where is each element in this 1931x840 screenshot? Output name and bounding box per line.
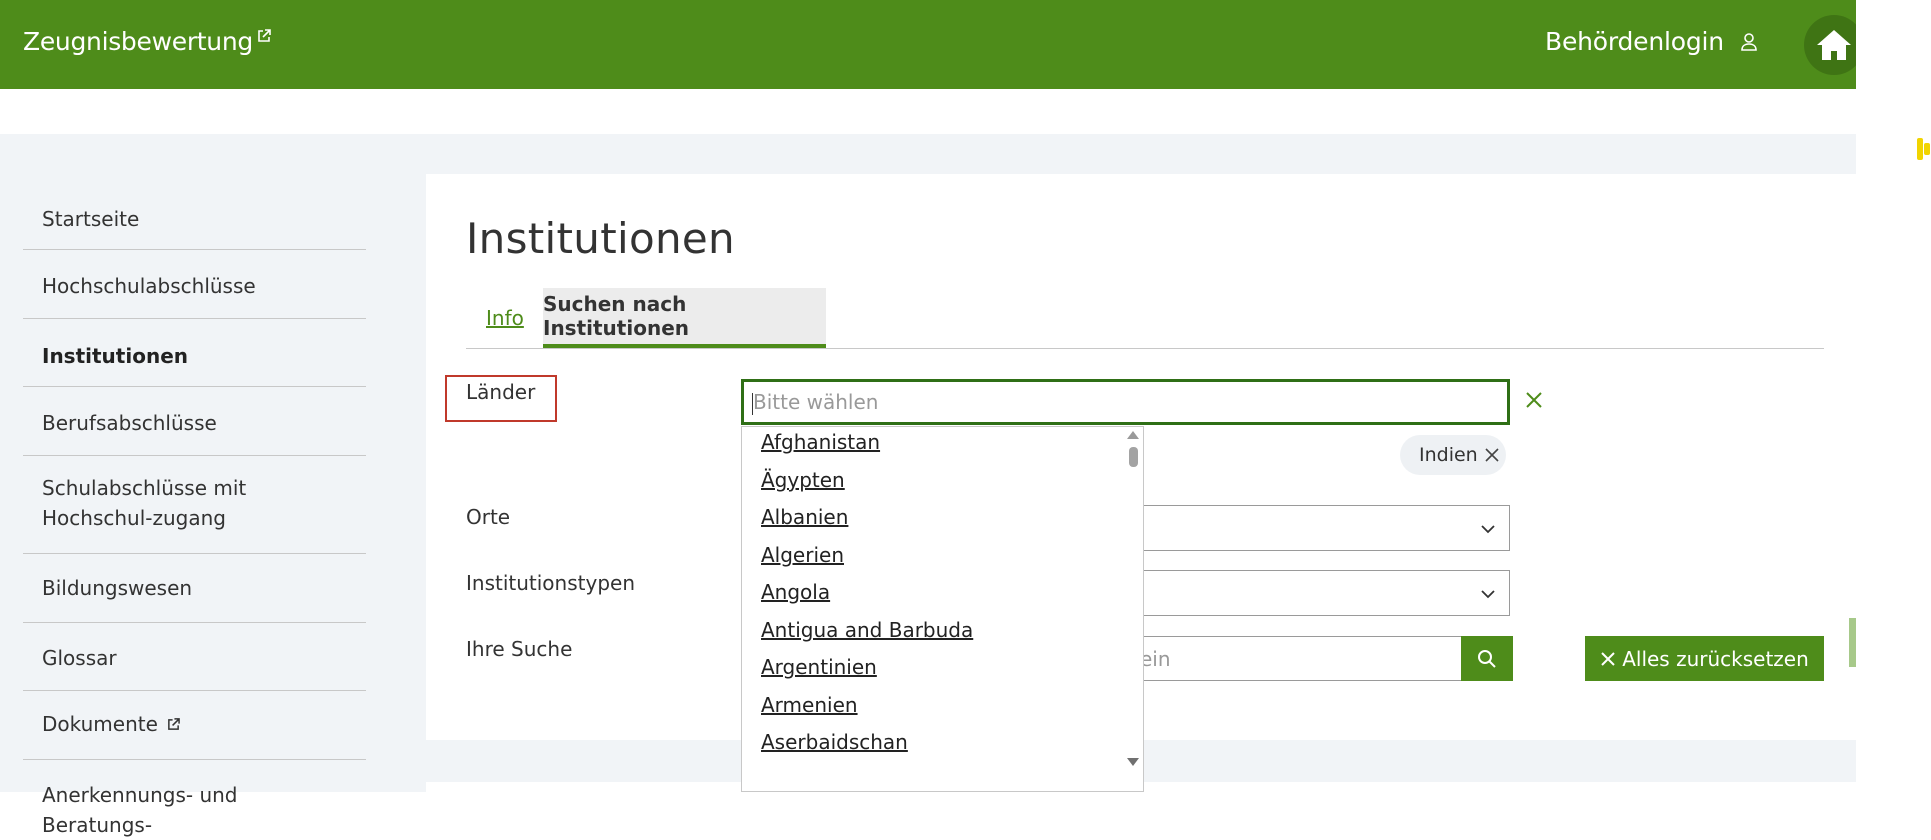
laender-combobox-input[interactable]: Bitte wählen: [741, 379, 1510, 425]
remove-chip-icon[interactable]: [1484, 447, 1500, 463]
selected-country-chip[interactable]: Indien: [1400, 435, 1506, 475]
search-button[interactable]: [1461, 636, 1513, 681]
scrollbar-thumb[interactable]: [1129, 447, 1138, 467]
tab-search-institutions[interactable]: Suchen nach Institutionen: [543, 288, 826, 348]
dropdown-option[interactable]: Angola: [761, 580, 830, 604]
yellow-marker-small: [1924, 143, 1930, 155]
dropdown-option[interactable]: Algerien: [761, 543, 844, 567]
sidebar-item-bildungswesen[interactable]: Bildungswesen: [23, 554, 366, 623]
site-header: Zeugnisbewertung Behördenlogin: [0, 0, 1864, 89]
authority-login-link[interactable]: Behördenlogin: [1545, 27, 1758, 56]
scroll-up-arrow[interactable]: [1127, 431, 1139, 439]
search-icon: [1478, 649, 1496, 668]
dropdown-option[interactable]: Argentinien: [761, 655, 877, 679]
sidebar-item-glossar[interactable]: Glossar: [23, 623, 366, 691]
sidebar-item-dokumente[interactable]: Dokumente: [23, 691, 366, 760]
external-link-icon: [168, 718, 181, 730]
page-title: Institutionen: [466, 214, 735, 263]
tab-info[interactable]: Info: [486, 306, 524, 330]
orte-select[interactable]: [1140, 505, 1510, 551]
yellow-marker: [1917, 138, 1923, 160]
page-margin: [1856, 0, 1931, 792]
dropdown-option[interactable]: Afghanistan: [761, 430, 880, 454]
user-icon: [1741, 32, 1757, 51]
chip-label: Indien: [1419, 444, 1478, 466]
sidebar-item-label: Dokumente: [42, 712, 158, 736]
brand-link[interactable]: Zeugnisbewertung: [23, 27, 271, 56]
ihre-suche-label: Ihre Suche: [466, 637, 573, 661]
dropdown-option[interactable]: Antigua and Barbuda: [761, 618, 973, 642]
close-icon: [1601, 651, 1615, 666]
external-link-icon: [258, 29, 271, 42]
search-placeholder: ein: [1140, 647, 1171, 671]
sidebar-item-hochschulabschluesse[interactable]: Hochschulabschlüsse: [23, 250, 366, 319]
institutionstypen-select[interactable]: [1140, 570, 1510, 616]
sidebar-item-anerkennung[interactable]: Anerkennungs- und Beratungs-: [23, 760, 366, 837]
home-button[interactable]: [1804, 15, 1864, 75]
dropdown-option[interactable]: Albanien: [761, 505, 848, 529]
institutionstypen-label: Institutionstypen: [466, 571, 635, 595]
sidebar-item-startseite[interactable]: Startseite: [23, 180, 366, 250]
scroll-down-arrow[interactable]: [1127, 758, 1139, 766]
countries-dropdown-list[interactable]: Afghanistan Ägypten Albanien Algerien An…: [741, 426, 1144, 792]
side-accent: [1849, 618, 1856, 667]
home-icon: [1817, 30, 1851, 60]
chevron-down-icon: [1481, 590, 1495, 599]
login-label: Behördenlogin: [1545, 27, 1724, 56]
reset-all-button[interactable]: Alles zurücksetzen: [1585, 636, 1824, 681]
sidebar-item-schulabschluesse[interactable]: Schulabschlüsse mit Hochschul-zugang: [23, 456, 366, 554]
dropdown-option[interactable]: Aserbaidschan: [761, 730, 908, 754]
chevron-down-icon: [1481, 525, 1495, 534]
sidebar-item-institutionen[interactable]: Institutionen: [23, 319, 366, 387]
sidebar-nav: Startseite Hochschulabschlüsse Instituti…: [23, 180, 366, 837]
orte-label: Orte: [466, 505, 511, 529]
reset-label: Alles zurücksetzen: [1622, 646, 1809, 671]
dropdown-option[interactable]: Armenien: [761, 693, 858, 717]
laender-placeholder: Bitte wählen: [753, 390, 879, 414]
clear-icon[interactable]: [1524, 390, 1544, 410]
tab-bar: Info Suchen nach Institutionen: [466, 288, 1824, 349]
dropdown-option[interactable]: Ägypten: [761, 468, 845, 492]
sidebar-item-berufsabschluesse[interactable]: Berufsabschlüsse: [23, 387, 366, 456]
brand-label: Zeugnisbewertung: [23, 27, 253, 56]
search-input[interactable]: ein: [1140, 636, 1463, 681]
laender-label: Länder: [466, 380, 536, 404]
